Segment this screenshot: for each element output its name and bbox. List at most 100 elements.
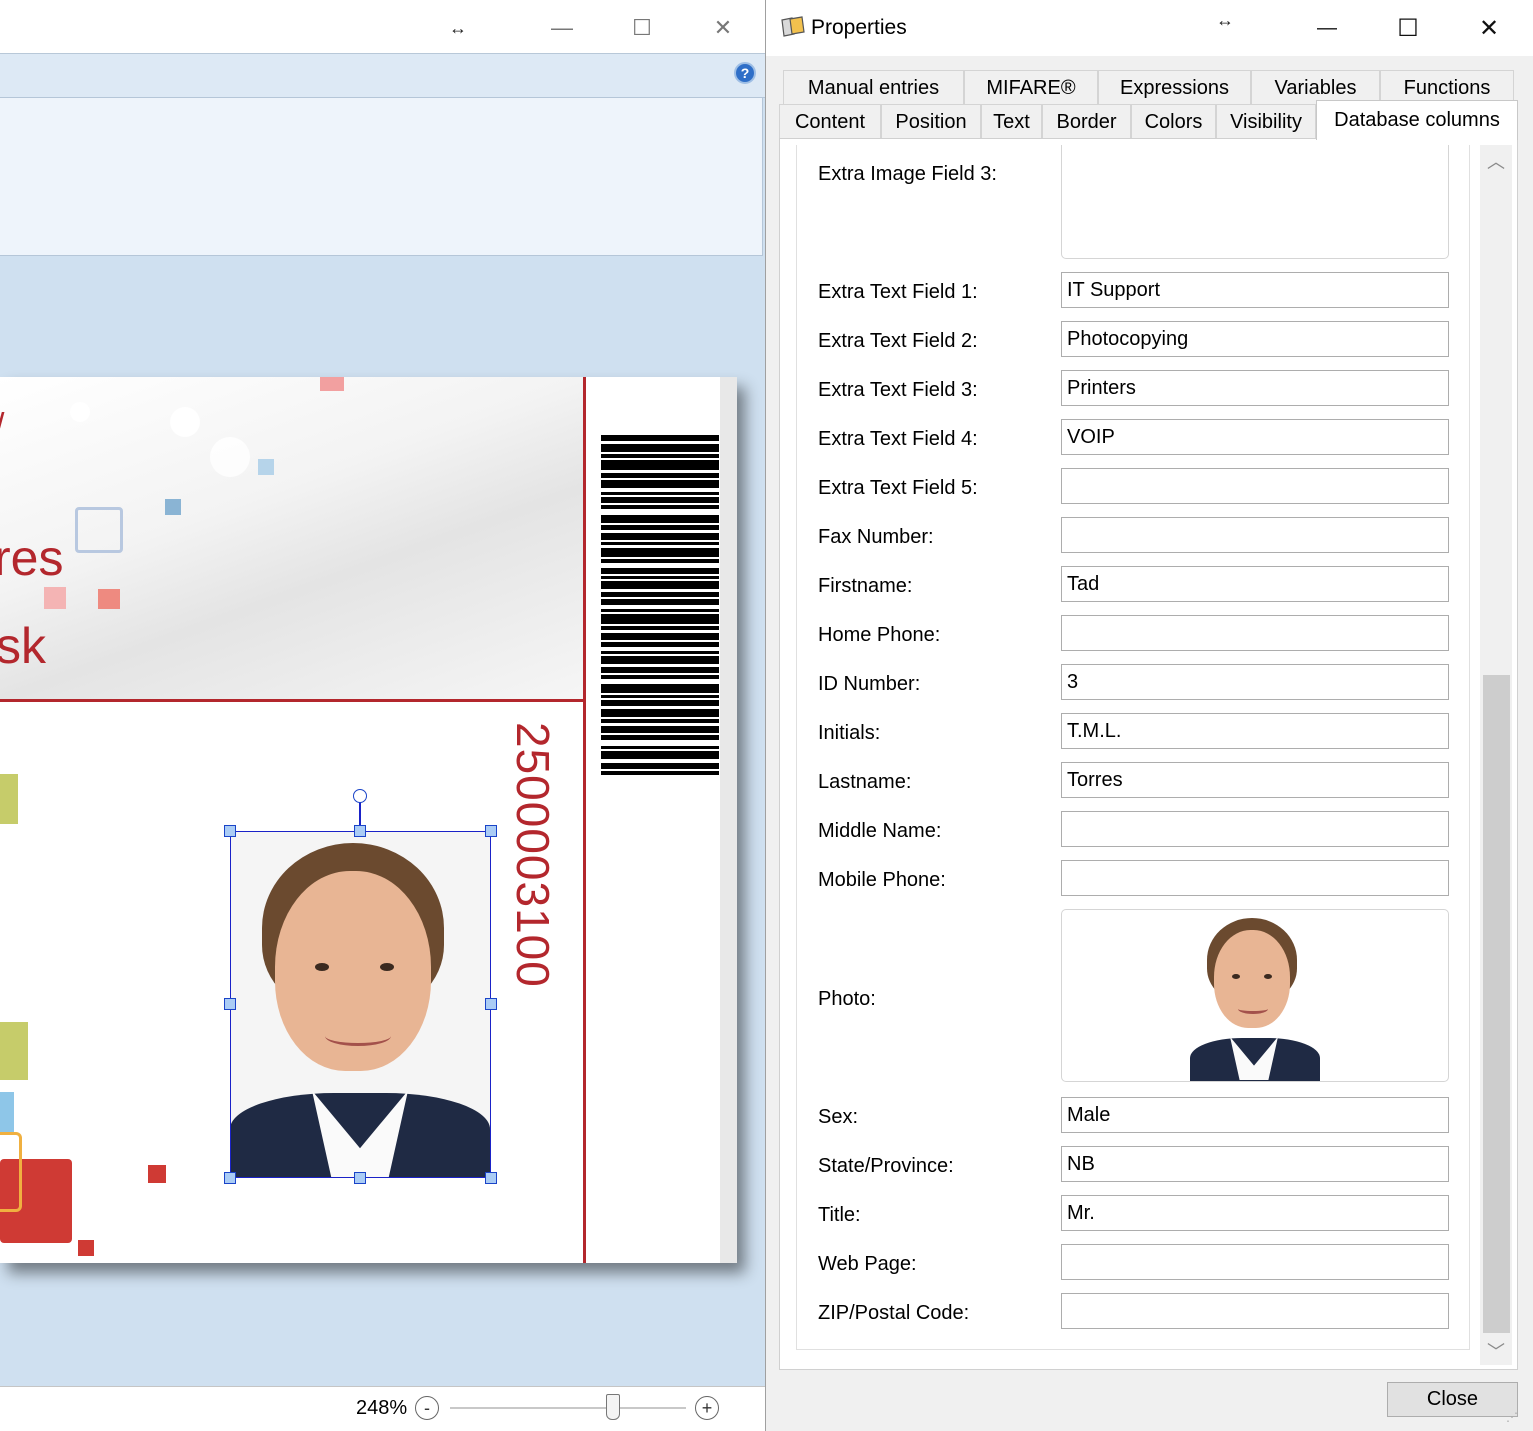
extra-text-field-4-input[interactable]: VOIP [1061, 419, 1449, 455]
web-page-input[interactable] [1061, 1244, 1449, 1280]
extra-text-field-3-input[interactable]: Printers [1061, 370, 1449, 406]
tab-manual-entries[interactable]: Manual entries [783, 70, 964, 106]
tab-border[interactable]: Border [1042, 104, 1131, 140]
field-label: Initials: [818, 722, 881, 744]
photo-field-box[interactable] [1061, 909, 1449, 1082]
tab-content[interactable]: Content [779, 104, 881, 140]
rotation-handle[interactable] [353, 789, 367, 803]
barcode-bar [601, 568, 719, 574]
scroll-down-icon[interactable]: ﹀ [1480, 1337, 1512, 1365]
barcode-bar [601, 548, 719, 557]
barcode-bar [601, 444, 719, 452]
barcode-bar [601, 533, 719, 540]
properties-titlebar: Properties ↔ — ☐ ✕ [766, 0, 1533, 56]
firstname-input[interactable]: Tad [1061, 566, 1449, 602]
tab-text[interactable]: Text [981, 104, 1042, 140]
field-label: Middle Name: [818, 820, 942, 842]
field-label: Extra Text Field 3: [818, 379, 978, 401]
lastname-input[interactable]: Torres [1061, 762, 1449, 798]
tab-colors[interactable]: Colors [1131, 104, 1216, 140]
close-dialog-button[interactable]: Close [1387, 1382, 1518, 1417]
barcode-bar [601, 667, 719, 673]
barcode-bar [601, 592, 719, 597]
zoom-slider-track[interactable] [450, 1407, 686, 1409]
vertical-scrollbar[interactable]: ︿ ﹀ [1480, 145, 1512, 1365]
tab-mifare[interactable]: MIFARE® [964, 70, 1098, 106]
decor-square [78, 1240, 94, 1256]
resize-gripper-icon[interactable]: ⋰ [1506, 1410, 1518, 1424]
field-label: Sex: [818, 1106, 859, 1128]
field-label: Extra Text Field 1: [818, 281, 978, 303]
maximize-button[interactable]: ☐ [1385, 8, 1431, 48]
resize-handle[interactable] [224, 1172, 236, 1184]
id-number-input[interactable]: 3 [1061, 664, 1449, 700]
fax-number-input[interactable] [1061, 517, 1449, 553]
tab-visibility[interactable]: Visibility [1216, 104, 1316, 140]
barcode-bar [601, 480, 719, 488]
resize-handle[interactable] [224, 998, 236, 1010]
initials-input[interactable]: T.M.L. [1061, 713, 1449, 749]
barcode-bar [601, 735, 719, 740]
decor-square [44, 587, 66, 609]
extra-image-field-3-box[interactable] [1061, 145, 1449, 259]
decor-bubble [210, 437, 250, 477]
resize-handle[interactable] [485, 998, 497, 1010]
decor-bubble [170, 407, 200, 437]
resize-handle[interactable] [485, 1172, 497, 1184]
tab-database-columns[interactable]: Database columns [1316, 100, 1518, 140]
resize-arrow-icon[interactable]: ↔ [1216, 10, 1234, 31]
barcode-bar [601, 695, 719, 698]
barcode-bar [601, 497, 719, 503]
database-fields-list[interactable]: Extra Image Field 3: Extra Text Field 1:… [796, 145, 1470, 1350]
sex-input[interactable]: Male [1061, 1097, 1449, 1133]
scrollbar-thumb[interactable] [1483, 675, 1510, 1333]
selection-outline [230, 831, 491, 1178]
extra-text-field-2-input[interactable]: Photocopying [1061, 321, 1449, 357]
maximize-button[interactable]: ☐ [622, 8, 662, 48]
barcode-bar [601, 684, 719, 693]
state-province-input[interactable]: NB [1061, 1146, 1449, 1182]
designer-ribbon [0, 54, 765, 98]
extra-text-field-1-input[interactable]: IT Support [1061, 272, 1449, 308]
barcode-bar [601, 751, 719, 759]
decor-square [0, 1132, 22, 1212]
zoom-slider-thumb[interactable] [605, 1394, 620, 1420]
close-button[interactable]: ✕ [703, 8, 743, 48]
properties-dialog: Properties ↔ — ☐ ✕ Manual entries MIFARE… [765, 0, 1533, 1431]
decor-square [320, 377, 344, 391]
barcode-bar [601, 726, 719, 733]
barcode-bar [601, 626, 719, 630]
close-button[interactable]: ✕ [1466, 8, 1512, 48]
barcode-bar [601, 515, 719, 523]
middle-name-input[interactable] [1061, 811, 1449, 847]
barcode-bar [601, 542, 719, 545]
resize-handle[interactable] [485, 825, 497, 837]
barcode-bar [601, 746, 719, 749]
zip-postal-code-input[interactable] [1061, 1293, 1449, 1329]
scroll-up-icon[interactable]: ︿ [1480, 147, 1512, 175]
resize-handle[interactable] [354, 1172, 366, 1184]
zoom-in-button[interactable]: + [695, 1396, 719, 1420]
title-input[interactable]: Mr. [1061, 1195, 1449, 1231]
help-icon[interactable]: ? [734, 62, 756, 84]
resize-arrow-icon[interactable]: ↔ [438, 8, 478, 48]
tab-position[interactable]: Position [881, 104, 981, 140]
decor-square [148, 1165, 166, 1183]
app-icon [781, 16, 805, 37]
card-edge-stripe [720, 377, 737, 1263]
barcode-bar [601, 675, 719, 679]
field-label: Firstname: [818, 575, 913, 597]
resize-handle[interactable] [224, 825, 236, 837]
minimize-button[interactable]: — [542, 8, 582, 48]
barcode-bar [601, 651, 719, 654]
barcode-bar [601, 700, 719, 706]
minimize-button[interactable]: — [1304, 8, 1350, 48]
extra-text-field-5-input[interactable] [1061, 468, 1449, 504]
home-phone-input[interactable] [1061, 615, 1449, 651]
decor-square [0, 1092, 14, 1132]
barcode-bar [601, 614, 719, 624]
zoom-out-button[interactable]: - [415, 1396, 439, 1420]
tab-expressions[interactable]: Expressions [1098, 70, 1251, 106]
mobile-phone-input[interactable] [1061, 860, 1449, 896]
resize-handle[interactable] [354, 825, 366, 837]
